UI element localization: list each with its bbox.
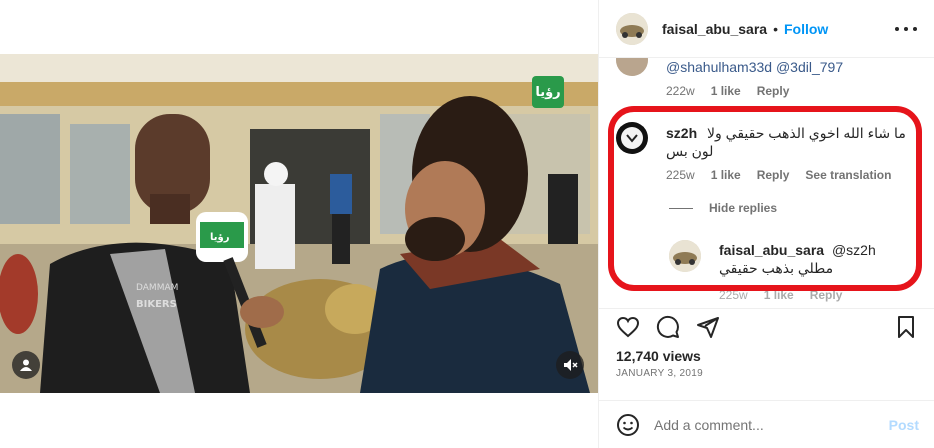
hide-replies-label: Hide replies bbox=[709, 201, 778, 215]
reply-button[interactable]: Reply bbox=[757, 168, 790, 182]
mute-icon bbox=[564, 359, 578, 371]
share-icon[interactable] bbox=[696, 315, 720, 339]
comment-text[interactable]: @shahulham33d @3dil_797 bbox=[666, 58, 843, 76]
add-comment-bar: Post bbox=[599, 400, 934, 448]
more-icon bbox=[895, 27, 899, 31]
comment-input[interactable] bbox=[654, 416, 874, 433]
comment-username[interactable]: sz2h bbox=[666, 125, 697, 141]
replies-divider bbox=[669, 207, 693, 209]
hide-replies-toggle[interactable]: Hide replies bbox=[669, 201, 777, 215]
post-side-panel: faisal_abu_sara • Follow @shahulham33d @… bbox=[598, 0, 934, 448]
post-button[interactable]: Post bbox=[889, 417, 919, 433]
reply-meta: 225w 1 like Reply bbox=[719, 288, 842, 302]
post-header: faisal_abu_sara • Follow bbox=[599, 0, 934, 58]
reply-mention[interactable]: @sz2h bbox=[832, 242, 876, 258]
svg-text:BIKERS: BIKERS bbox=[136, 299, 177, 310]
reply-body: مطلي بذهب حقيقي bbox=[719, 260, 834, 276]
reply-text: faisal_abu_sara @sz2h مطلي بذهب حقيقي bbox=[719, 241, 919, 277]
post-author-username[interactable]: faisal_abu_sara bbox=[662, 21, 767, 37]
emoji-icon[interactable] bbox=[616, 413, 640, 437]
post-actions: 12,740 views JANUARY 3, 2019 bbox=[599, 308, 934, 400]
bookmark-icon[interactable] bbox=[894, 315, 918, 339]
video-player[interactable]: DAMMAM BIKERS رؤيا رؤيا bbox=[0, 54, 598, 393]
channel-logo: رؤيا bbox=[532, 76, 564, 108]
avatar[interactable] bbox=[616, 12, 648, 45]
post-media: DAMMAM BIKERS رؤيا رؤيا bbox=[0, 0, 598, 448]
avatar[interactable] bbox=[616, 58, 648, 76]
avatar[interactable] bbox=[669, 240, 701, 272]
reply-button[interactable]: Reply bbox=[757, 84, 790, 98]
svg-text:رؤيا: رؤيا bbox=[210, 232, 230, 243]
comment-likes[interactable]: 1 like bbox=[711, 168, 741, 182]
comment-body-line1: ما شاء الله اخوي الذهب حقيقي ولا bbox=[707, 125, 906, 141]
avatar[interactable] bbox=[616, 122, 648, 154]
tagged-user-button[interactable] bbox=[12, 351, 40, 379]
comment-age[interactable]: 225w bbox=[666, 168, 695, 182]
follow-button[interactable]: Follow bbox=[784, 21, 828, 37]
post-date[interactable]: JANUARY 3, 2019 bbox=[616, 368, 703, 379]
comment-meta: 225w 1 like Reply See translation bbox=[666, 168, 891, 182]
comment-body-line2: لون بس bbox=[666, 143, 714, 159]
more-options-button[interactable] bbox=[895, 18, 917, 40]
comment-likes[interactable]: 1 like bbox=[711, 84, 741, 98]
user-icon bbox=[20, 359, 32, 371]
mute-button[interactable] bbox=[556, 351, 584, 379]
view-count[interactable]: 12,740 views bbox=[616, 348, 701, 364]
comment-item: @shahulham33d @3dil_797 222w 1 like Repl… bbox=[616, 58, 926, 104]
see-translation-button[interactable]: See translation bbox=[805, 168, 891, 182]
comment-meta: 222w 1 like Reply bbox=[666, 84, 789, 98]
heart-icon[interactable] bbox=[616, 315, 640, 339]
comment-icon[interactable] bbox=[656, 315, 680, 339]
reply-item: faisal_abu_sara @sz2h مطلي بذهب حقيقي 22… bbox=[669, 240, 929, 308]
comments-list[interactable]: @shahulham33d @3dil_797 222w 1 like Repl… bbox=[599, 58, 934, 308]
separator-dot: • bbox=[773, 20, 778, 37]
reply-username[interactable]: faisal_abu_sara bbox=[719, 242, 824, 258]
reply-likes[interactable]: 1 like bbox=[764, 288, 794, 302]
svg-text:DAMMAM: DAMMAM bbox=[136, 283, 178, 293]
comment-age[interactable]: 222w bbox=[666, 84, 695, 98]
reply-age[interactable]: 225w bbox=[719, 288, 748, 302]
video-frame: DAMMAM BIKERS رؤيا bbox=[0, 54, 598, 393]
comment-item: sz2h ما شاء الله اخوي الذهب حقيقي ولا لو… bbox=[616, 122, 926, 192]
comment-text: sz2h ما شاء الله اخوي الذهب حقيقي ولا لو… bbox=[666, 124, 916, 160]
reply-button[interactable]: Reply bbox=[810, 288, 843, 302]
